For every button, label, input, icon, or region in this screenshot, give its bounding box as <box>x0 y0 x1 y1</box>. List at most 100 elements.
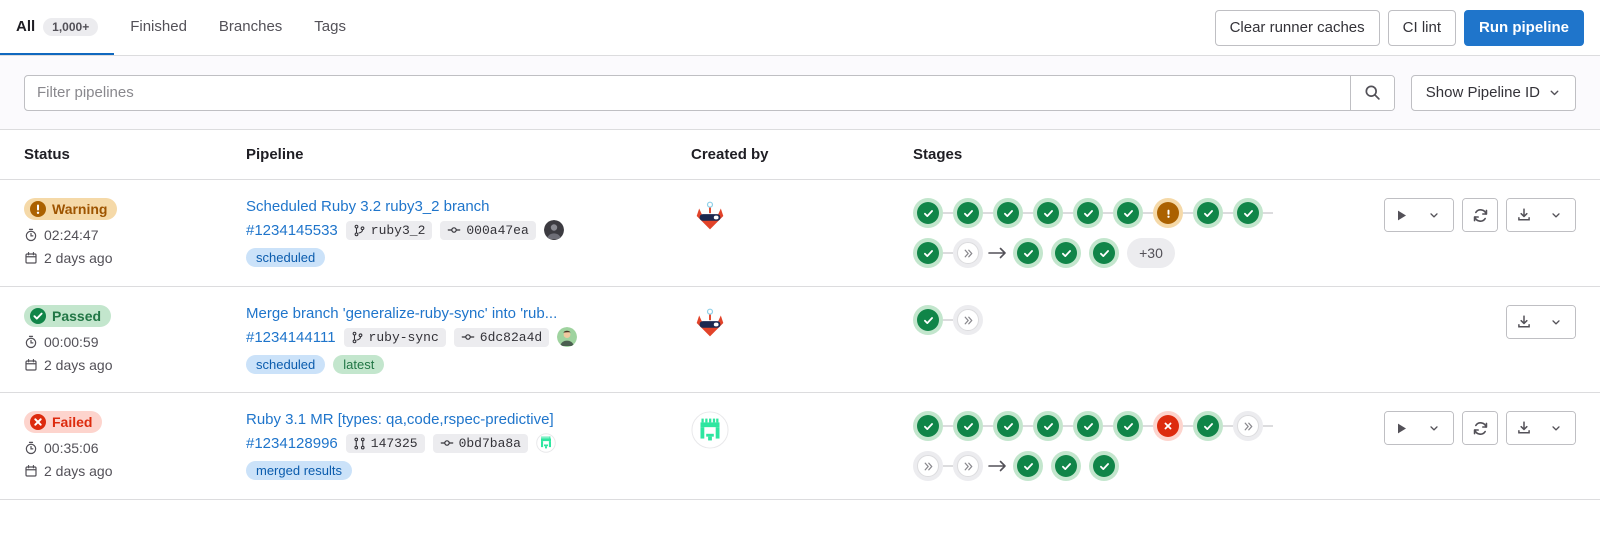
pipeline-title-link[interactable]: Ruby 3.1 MR [types: qa,code,rspec-predic… <box>246 411 671 428</box>
ref-chip[interactable]: ruby3_2 <box>346 221 433 240</box>
chevron-down-icon <box>1428 209 1440 221</box>
more-stages-badge[interactable]: +30 <box>1127 238 1175 268</box>
pipeline-subline: #1234144111 ruby-sync 6dc82a4d <box>246 327 691 347</box>
stage-connector <box>983 425 993 427</box>
age-text: 2 days ago <box>44 250 113 266</box>
commit-chip[interactable]: 0bd7ba8a <box>433 434 528 453</box>
stage-icon-skipped[interactable] <box>953 305 983 335</box>
stage-icon-skipped[interactable] <box>953 451 983 481</box>
stage-icon-passed[interactable] <box>913 305 943 335</box>
tab-all[interactable]: All1,000+ <box>0 0 114 55</box>
stage-icon-skipped[interactable] <box>953 238 983 268</box>
stage-icon-passed[interactable] <box>1193 198 1223 228</box>
clear-runner-caches-button[interactable]: Clear runner caches <box>1215 10 1380 46</box>
created-by-cell <box>691 305 913 374</box>
run-pipeline-button[interactable]: Run pipeline <box>1464 10 1584 46</box>
stage-icon-passed[interactable] <box>1033 198 1063 228</box>
pipeline-tag[interactable]: scheduled <box>246 248 325 267</box>
pipeline-title-link[interactable]: Scheduled Ruby 3.2 ruby3_2 branch <box>246 198 671 215</box>
stage-icon-passed[interactable] <box>1051 451 1081 481</box>
tab-tags[interactable]: Tags <box>298 0 362 55</box>
pipeline-id-link[interactable]: #1234145533 <box>246 222 338 239</box>
stage-icon-passed[interactable] <box>913 198 943 228</box>
filter-pipelines-field[interactable] <box>24 75 1395 111</box>
tab-finished[interactable]: Finished <box>114 0 203 55</box>
ci-lint-button[interactable]: CI lint <box>1388 10 1456 46</box>
stage-icon-passed[interactable] <box>1073 198 1103 228</box>
pipeline-tag[interactable]: latest <box>333 355 384 374</box>
creator-avatar[interactable] <box>691 198 729 236</box>
stage-icon-passed[interactable] <box>1233 198 1263 228</box>
creator-avatar[interactable] <box>691 411 729 449</box>
download-artifacts-button[interactable] <box>1507 306 1541 338</box>
search-input[interactable] <box>25 76 1350 110</box>
search-button[interactable] <box>1350 76 1394 110</box>
stage-glyph <box>1117 202 1139 224</box>
stage-icon-passed[interactable] <box>1193 411 1223 441</box>
stage-icon-passed[interactable] <box>953 411 983 441</box>
play-manual-actions-button[interactable] <box>1385 199 1419 231</box>
status-badge[interactable]: Failed <box>24 411 102 433</box>
stage-icon-passed[interactable] <box>993 198 1023 228</box>
status-badge[interactable]: Warning <box>24 198 117 220</box>
pipeline-tag[interactable]: scheduled <box>246 355 325 374</box>
stage-connector <box>1063 212 1073 214</box>
avatar[interactable] <box>536 433 556 453</box>
commit-chip[interactable]: 6dc82a4d <box>454 328 549 347</box>
stage-icon-passed[interactable] <box>1051 238 1081 268</box>
stage-icon-passed[interactable] <box>953 198 983 228</box>
stage-icon-passed[interactable] <box>1013 238 1043 268</box>
stage-icon-passed[interactable] <box>1033 411 1063 441</box>
artifacts-dropdown-toggle[interactable] <box>1541 306 1575 338</box>
pipeline-tag[interactable]: merged results <box>246 461 352 480</box>
pipeline-title-link[interactable]: Merge branch 'generalize-ruby-sync' into… <box>246 305 671 322</box>
stage-glyph <box>957 455 979 477</box>
stage-glyph <box>997 415 1019 437</box>
ref-chip[interactable]: ruby-sync <box>344 328 446 347</box>
download-artifacts-button[interactable] <box>1507 412 1541 444</box>
ref-chip[interactable]: 147325 <box>346 434 425 453</box>
retry-pipeline-button[interactable] <box>1463 199 1497 231</box>
avatar[interactable] <box>544 220 564 240</box>
stage-glyph <box>1117 415 1139 437</box>
ref-label: ruby-sync <box>369 330 439 345</box>
stage-icon-skipped[interactable] <box>1233 411 1263 441</box>
stage-icon-passed[interactable] <box>1113 198 1143 228</box>
pipeline-id-link[interactable]: #1234144111 <box>246 329 336 346</box>
status-label: Passed <box>52 308 101 324</box>
show-pipeline-id-dropdown[interactable]: Show Pipeline ID <box>1411 75 1576 111</box>
play-manual-actions-button[interactable] <box>1385 412 1419 444</box>
stages-cell <box>913 305 1376 374</box>
stage-icon-passed[interactable] <box>1089 238 1119 268</box>
stage-icon-passed[interactable] <box>1073 411 1103 441</box>
avatar[interactable] <box>557 327 577 347</box>
stage-glyph <box>1017 242 1039 264</box>
play-dropdown-toggle[interactable] <box>1419 199 1453 231</box>
retry-pipeline-button[interactable] <box>1463 412 1497 444</box>
stage-icon-failed[interactable] <box>1153 411 1183 441</box>
stage-icon-passed[interactable] <box>1013 451 1043 481</box>
status-badge[interactable]: Passed <box>24 305 111 327</box>
pipeline-id-link[interactable]: #1234128996 <box>246 435 338 452</box>
age-text: 2 days ago <box>44 463 113 479</box>
stage-glyph <box>957 242 979 264</box>
stage-icon-passed[interactable] <box>1089 451 1119 481</box>
stage-line <box>913 305 1376 335</box>
download-artifacts-button[interactable] <box>1507 199 1541 231</box>
calendar-icon <box>24 358 38 372</box>
table-header: Status Pipeline Created by Stages <box>0 130 1600 180</box>
stage-icon-passed[interactable] <box>1113 411 1143 441</box>
stage-connector <box>1103 212 1113 214</box>
stage-icon-passed[interactable] <box>913 411 943 441</box>
artifacts-dropdown-toggle[interactable] <box>1541 412 1575 444</box>
artifacts-dropdown-toggle[interactable] <box>1541 199 1575 231</box>
stage-icon-skipped[interactable] <box>913 451 943 481</box>
creator-avatar[interactable] <box>691 305 729 343</box>
stage-icon-warning[interactable] <box>1153 198 1183 228</box>
commit-chip[interactable]: 000a47ea <box>440 221 535 240</box>
play-dropdown-toggle[interactable] <box>1419 412 1453 444</box>
stage-icon-passed[interactable] <box>993 411 1023 441</box>
stage-icon-passed[interactable] <box>913 238 943 268</box>
status-cell: Warning 02:24:47 2 days ago <box>24 198 246 268</box>
tab-branches[interactable]: Branches <box>203 0 298 55</box>
